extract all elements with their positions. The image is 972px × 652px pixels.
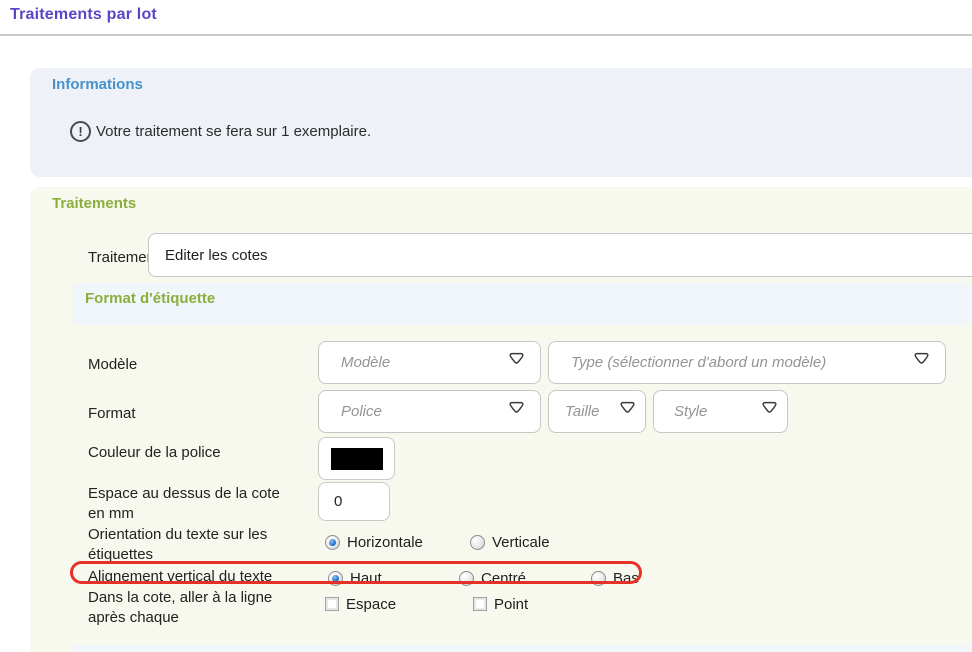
informations-heading: Informations <box>52 76 143 93</box>
format-label: Format <box>88 404 316 424</box>
checkbox-espace-label: Espace <box>346 596 396 613</box>
style-combobox[interactable]: Style <box>653 390 788 433</box>
radio-verticale[interactable]: Verticale <box>470 534 550 550</box>
taille-placeholder: Taille <box>565 403 599 420</box>
type-placeholder: Type (sélectionner d'abord un modèle) <box>571 354 826 371</box>
traitements-heading: Traitements <box>52 195 136 212</box>
taille-combobox[interactable]: Taille <box>548 390 646 433</box>
checkbox-point[interactable]: Point <box>473 596 528 612</box>
retour-ligne-label: Dans la cote, aller à la ligne après cha… <box>88 588 316 628</box>
checkbox-point-label: Point <box>494 596 528 613</box>
color-swatch <box>331 448 383 470</box>
informations-panel: Informations ! Votre traitement se fera … <box>30 68 972 177</box>
dropdown-icon <box>912 351 931 375</box>
radio-centre[interactable]: Centré <box>459 570 526 586</box>
couleur-label: Couleur de la police <box>88 443 316 463</box>
radio-button-icon[interactable] <box>459 571 474 586</box>
espace-label: Espace au dessus de la cote en mm <box>88 484 316 524</box>
radio-button-icon[interactable] <box>328 571 343 586</box>
type-combobox[interactable]: Type (sélectionner d'abord un modèle) <box>548 341 946 384</box>
police-combobox[interactable]: Police <box>318 390 541 433</box>
alert-circle-icon: ! <box>70 121 91 142</box>
checkbox-espace[interactable]: Espace <box>325 596 396 612</box>
dropdown-icon <box>507 351 526 375</box>
radio-button-icon[interactable] <box>470 535 485 550</box>
next-section-band <box>73 645 972 652</box>
format-etiquette-band: Format d'étiquette <box>73 283 972 325</box>
alignement-label: Alignement vertical du texte <box>88 567 316 587</box>
dropdown-icon <box>760 400 779 424</box>
radio-horizontale[interactable]: Horizontale <box>325 534 423 550</box>
checkbox-icon[interactable] <box>325 597 339 611</box>
modele-combobox[interactable]: Modèle <box>318 341 541 384</box>
radio-verticale-label: Verticale <box>492 534 550 551</box>
traitements-panel: Traitements Traitement Editer les cotes … <box>30 187 972 652</box>
radio-horizontale-label: Horizontale <box>347 534 423 551</box>
format-etiquette-heading: Format d'étiquette <box>85 290 215 307</box>
treatment-select-value: Editer les cotes <box>165 247 268 264</box>
modele-label: Modèle <box>88 355 316 375</box>
radio-bas[interactable]: Bas <box>591 570 639 586</box>
batch-processing-page: Traitements par lot Informations ! Votre… <box>0 0 972 652</box>
radio-haut[interactable]: Haut <box>328 570 382 586</box>
radio-bas-label: Bas <box>613 570 639 587</box>
title-divider <box>0 34 972 36</box>
espace-input[interactable] <box>318 482 390 521</box>
police-placeholder: Police <box>341 403 382 420</box>
modele-placeholder: Modèle <box>341 354 390 371</box>
informations-message: Votre traitement se fera sur 1 exemplair… <box>96 123 371 140</box>
informations-message-row: ! Votre traitement se fera sur 1 exempla… <box>70 121 371 142</box>
radio-haut-label: Haut <box>350 570 382 587</box>
dropdown-icon <box>507 400 526 424</box>
dropdown-icon <box>618 400 637 424</box>
radio-button-icon[interactable] <box>325 535 340 550</box>
page-title: Traitements par lot <box>10 6 157 24</box>
orientation-label: Orientation du texte sur les étiquettes <box>88 525 316 565</box>
treatment-select[interactable]: Editer les cotes <box>148 233 972 277</box>
checkbox-icon[interactable] <box>473 597 487 611</box>
style-placeholder: Style <box>674 403 707 420</box>
radio-button-icon[interactable] <box>591 571 606 586</box>
radio-centre-label: Centré <box>481 570 526 587</box>
font-color-picker-button[interactable] <box>318 437 395 480</box>
